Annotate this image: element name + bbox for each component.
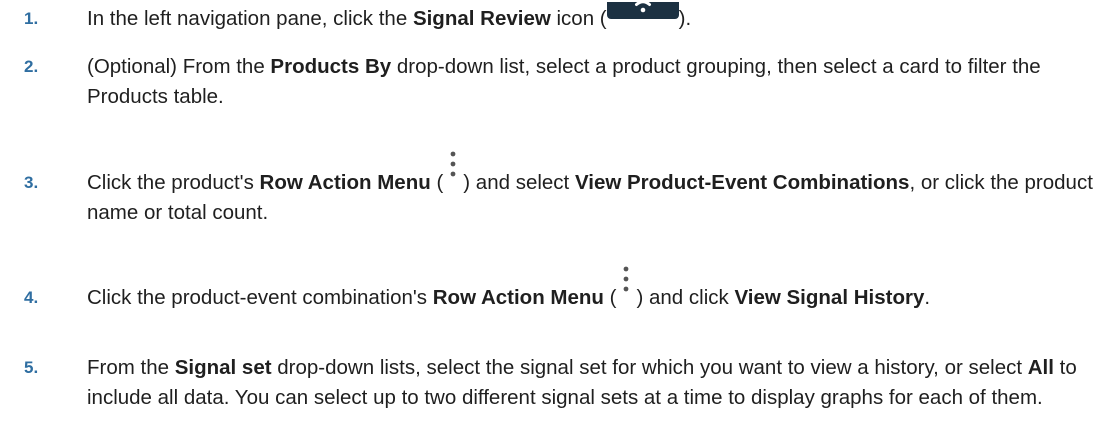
step-number: 1. bbox=[24, 9, 39, 28]
step-text: Click the product's Row Action Menu ( ) … bbox=[87, 151, 1096, 228]
ui-label-all: All bbox=[1027, 356, 1054, 379]
ui-label-signal-review: Signal Review bbox=[412, 7, 551, 30]
kebab-menu-icon bbox=[616, 266, 636, 313]
step-text: In the left navigation pane, click the S… bbox=[87, 2, 1096, 34]
step-text-part: (Optional) From the bbox=[87, 55, 271, 78]
step-text-part: drop-down lists, select the signal set f… bbox=[271, 356, 1028, 379]
step-text-part: Click the product-event combination's bbox=[87, 286, 433, 309]
step-text-part: Click the product's bbox=[87, 171, 260, 194]
step-text: From the Signal set drop-down lists, sel… bbox=[87, 353, 1096, 413]
kebab-menu-icon bbox=[443, 151, 463, 198]
ui-label-signal-set: Signal set bbox=[174, 356, 272, 379]
step-text-part: icon ( bbox=[550, 7, 607, 30]
step-text-part: ( bbox=[430, 171, 444, 194]
signal-review-icon bbox=[606, 2, 679, 19]
step-text-part: ). bbox=[678, 7, 692, 30]
step-number: 4. bbox=[24, 288, 39, 307]
ui-label-view-signal-history: View Signal History bbox=[734, 286, 925, 309]
ui-label-view-product-event-combinations: View Product-Event Combinations bbox=[574, 171, 910, 194]
step-text-part: ) and select bbox=[463, 171, 575, 194]
step-text: (Optional) From the Products By drop-dow… bbox=[87, 52, 1096, 112]
step-number: 2. bbox=[24, 57, 39, 76]
ui-label-products-by: Products By bbox=[270, 55, 392, 78]
step-number: 5. bbox=[24, 358, 39, 377]
ui-label-row-action-menu: Row Action Menu bbox=[259, 171, 431, 194]
step-text-part: In the left navigation pane, click the bbox=[87, 7, 413, 30]
step-text-part: ( bbox=[603, 286, 617, 309]
step-number: 3. bbox=[24, 173, 39, 192]
step-text-part: From the bbox=[87, 356, 175, 379]
ui-label-row-action-menu: Row Action Menu bbox=[432, 286, 604, 309]
step-text: Click the product-event combination's Ro… bbox=[87, 266, 1096, 313]
step-text-part: ) and click bbox=[636, 286, 735, 309]
step-text-part: . bbox=[924, 286, 931, 309]
